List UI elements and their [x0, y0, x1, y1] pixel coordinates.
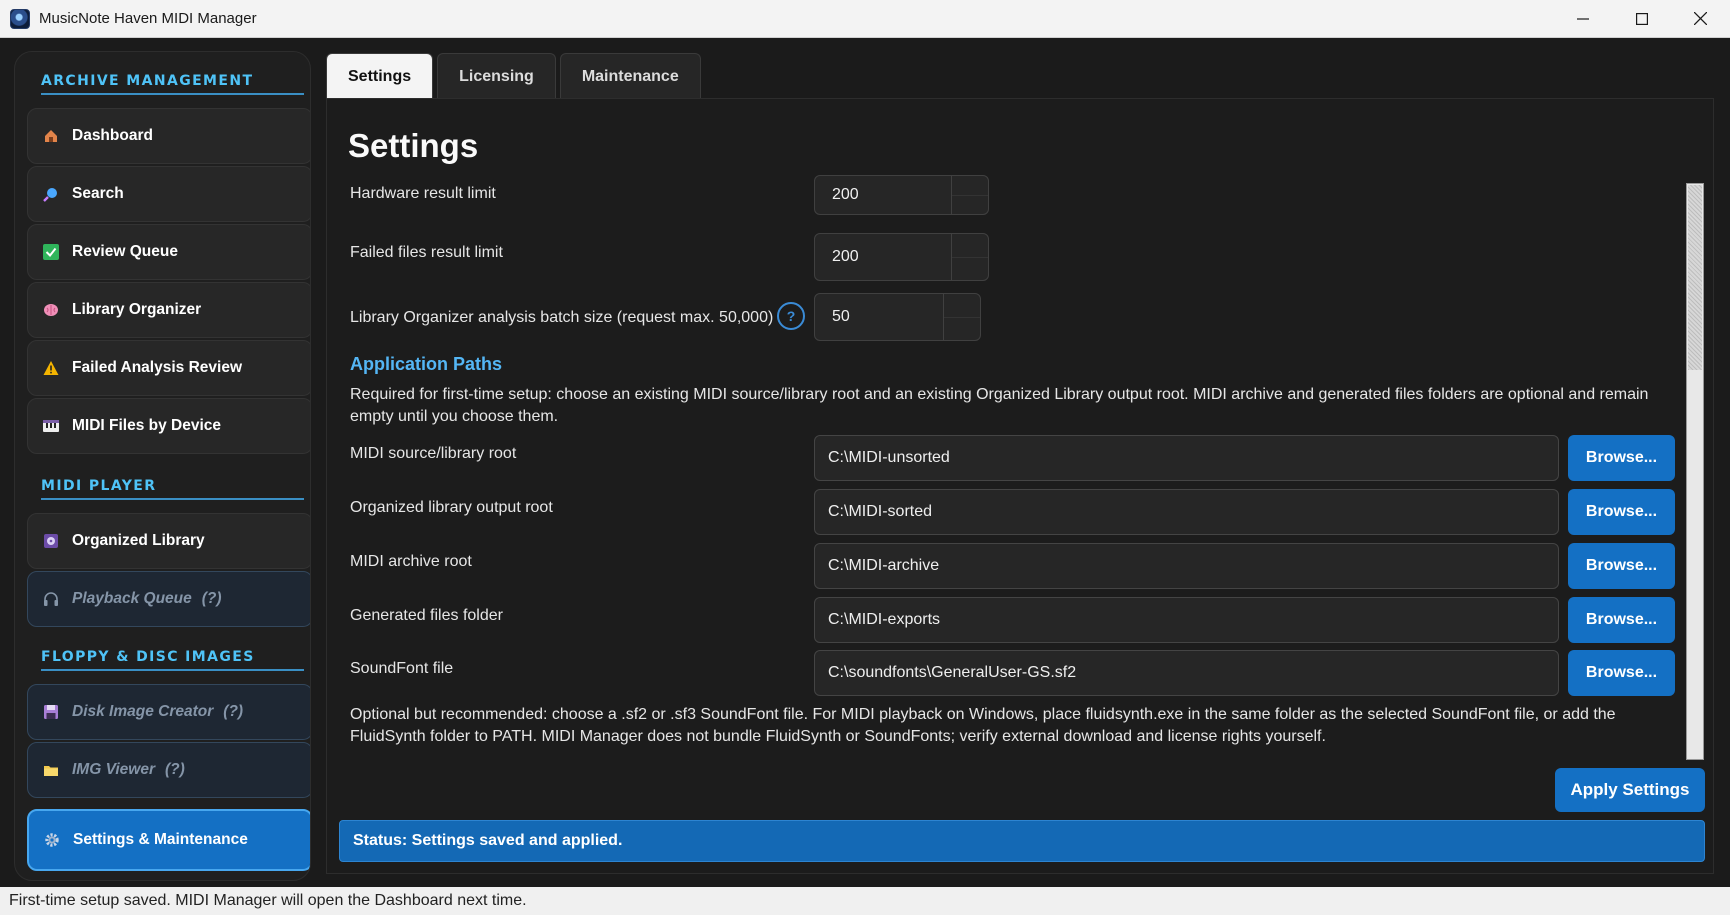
sidebar-item-label: Failed Analysis Review	[72, 359, 243, 376]
apply-settings-button[interactable]: Apply Settings	[1555, 768, 1705, 812]
vertical-scrollbar[interactable]	[1686, 183, 1704, 760]
hardware-limit-stepper[interactable]: 200	[814, 175, 989, 215]
application-paths-description: Required for first-time setup: choose an…	[350, 386, 1649, 425]
sidebar-item-midi-files-by-device[interactable]: MIDI Files by Device	[27, 398, 310, 454]
batch-size-label: Library Organizer analysis batch size (r…	[350, 309, 774, 326]
title-bar: MusicNote Haven MIDI Manager	[0, 0, 1730, 38]
sidebar-item-label: Settings & Maintenance	[73, 831, 248, 848]
sidebar-item-organized-library[interactable]: Organized Library	[27, 513, 310, 569]
maximize-button[interactable]	[1612, 0, 1671, 38]
midi-source-root-field[interactable]: C:\MIDI-unsorted	[814, 435, 1559, 481]
browse-midi-source-button[interactable]: Browse...	[1568, 435, 1675, 481]
path-label: MIDI source/library root	[350, 445, 517, 462]
soundfont-note: Optional but recommended: choose a .sf2 …	[350, 706, 1616, 745]
sidebar-item-library-organizer[interactable]: Library Organizer	[27, 282, 310, 338]
music-disc-icon	[42, 532, 60, 550]
scrollbar-thumb[interactable]	[1688, 185, 1702, 370]
warning-icon	[42, 359, 60, 377]
stepper-arrows[interactable]	[951, 234, 988, 280]
failed-files-limit-stepper[interactable]: 200	[814, 233, 989, 281]
brain-icon	[42, 301, 60, 319]
help-icon[interactable]: ?	[777, 302, 805, 330]
batch-size-value[interactable]: 50	[815, 308, 943, 326]
sidebar-item-review-queue[interactable]: Review Queue	[27, 224, 310, 280]
sidebar-item-dashboard[interactable]: Dashboard	[27, 108, 310, 164]
hardware-limit-value[interactable]: 200	[815, 186, 951, 204]
failed-files-limit-value[interactable]: 200	[815, 248, 951, 266]
close-button[interactable]	[1671, 0, 1730, 38]
soundfont-file-field[interactable]: C:\soundfonts\GeneralUser-GS.sf2	[814, 650, 1559, 696]
stepper-arrows[interactable]	[943, 294, 980, 340]
sidebar-item-label: Search	[72, 185, 124, 202]
window-controls	[1553, 0, 1730, 38]
path-label: SoundFont file	[350, 660, 454, 677]
stepper-arrows[interactable]	[951, 176, 988, 214]
sidebar-item-help-hint: (?)	[201, 590, 222, 607]
footer-status-bar: First-time setup saved. MIDI Manager wil…	[0, 887, 1730, 915]
midi-archive-root-field[interactable]: C:\MIDI-archive	[814, 543, 1559, 589]
sidebar-item-search[interactable]: Search	[27, 166, 310, 222]
browse-generated-files-button[interactable]: Browse...	[1568, 597, 1675, 643]
sidebar-item-img-viewer[interactable]: IMG Viewer (?)	[27, 742, 310, 798]
sidebar-item-help-hint: (?)	[164, 761, 185, 778]
browse-organized-output-button[interactable]: Browse...	[1568, 489, 1675, 535]
sidebar-item-disk-image-creator[interactable]: Disk Image Creator (?)	[27, 684, 310, 740]
sidebar-item-failed-analysis-review[interactable]: Failed Analysis Review	[27, 340, 310, 396]
folder-icon	[42, 761, 60, 779]
app-logo-icon	[10, 8, 30, 29]
generated-files-folder-field[interactable]: C:\MIDI-exports	[814, 597, 1559, 643]
minimize-icon	[1576, 17, 1589, 20]
sidebar-item-label: Review Queue	[72, 243, 178, 260]
tab-bar: Settings Licensing Maintenance	[326, 53, 705, 99]
house-icon	[42, 127, 60, 145]
tab-maintenance[interactable]: Maintenance	[559, 53, 701, 99]
tab-settings[interactable]: Settings	[326, 53, 434, 99]
settings-panel: Settings Hardware result limit 200 Faile…	[326, 98, 1714, 874]
sidebar-item-label: Dashboard	[72, 127, 153, 144]
maximize-icon	[1635, 12, 1648, 25]
page-title: Settings	[348, 127, 479, 164]
sidebar-item-playback-queue[interactable]: Playback Queue (?)	[27, 571, 310, 627]
section-midi-player: MIDI PLAYER	[41, 478, 304, 500]
sidebar-item-help-hint: (?)	[223, 703, 244, 720]
status-message: Status: Settings saved and applied.	[339, 820, 1705, 862]
headphones-icon	[42, 590, 60, 608]
browse-soundfont-button[interactable]: Browse...	[1568, 650, 1675, 696]
sidebar-item-label: Playback Queue	[72, 590, 192, 607]
magnifier-icon	[42, 185, 60, 203]
hardware-limit-label: Hardware result limit	[350, 185, 496, 202]
organized-output-root-field[interactable]: C:\MIDI-sorted	[814, 489, 1559, 535]
sidebar-item-label: MIDI Files by Device	[72, 417, 222, 434]
piano-icon	[42, 417, 60, 435]
sidebar-item-label: IMG Viewer	[72, 761, 155, 778]
section-archive-management: ARCHIVE MANAGEMENT	[41, 73, 304, 95]
sidebar-item-settings-maintenance[interactable]: Settings & Maintenance	[27, 809, 310, 871]
path-label: MIDI archive root	[350, 553, 472, 570]
close-icon	[1694, 12, 1707, 25]
minimize-button[interactable]	[1553, 0, 1612, 38]
section-floppy-disc-images: FLOPPY & DISC IMAGES	[41, 649, 304, 671]
sidebar-item-label: Disk Image Creator	[72, 703, 214, 720]
sidebar: ARCHIVE MANAGEMENT Dashboard Search Revi…	[14, 51, 311, 881]
gear-icon	[43, 831, 61, 849]
sidebar-item-label: Organized Library	[72, 532, 205, 549]
tab-licensing[interactable]: Licensing	[437, 53, 556, 99]
path-label: Generated files folder	[350, 607, 503, 624]
failed-files-limit-label: Failed files result limit	[350, 244, 503, 261]
path-label: Organized library output root	[350, 499, 553, 516]
application-paths-heading: Application Paths	[350, 354, 503, 374]
sidebar-item-label: Library Organizer	[72, 301, 202, 318]
checkmark-icon	[42, 243, 60, 261]
window-title: MusicNote Haven MIDI Manager	[39, 10, 257, 27]
batch-size-stepper[interactable]: 50	[814, 293, 981, 341]
browse-midi-archive-button[interactable]: Browse...	[1568, 543, 1675, 589]
floppy-icon	[42, 703, 60, 721]
